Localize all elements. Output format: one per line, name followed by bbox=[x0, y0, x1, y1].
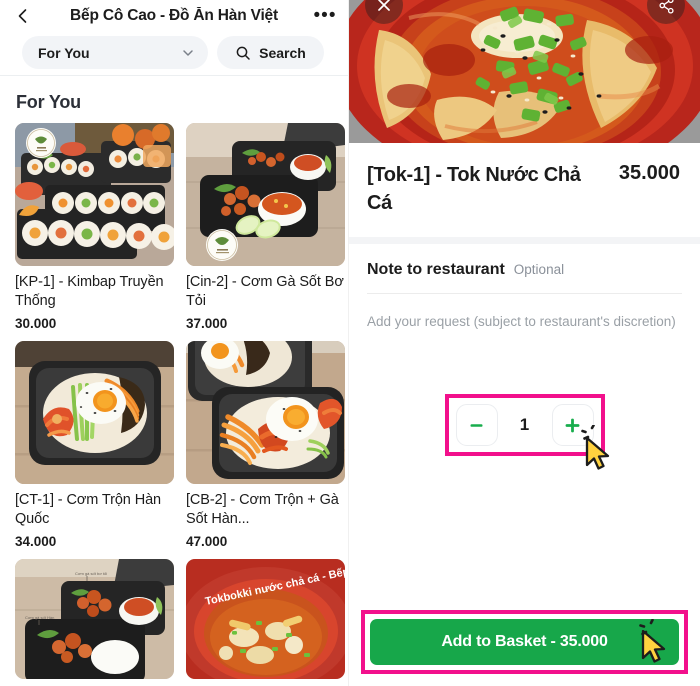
search-icon bbox=[236, 46, 250, 60]
menu-item-price: 37.000 bbox=[186, 316, 228, 331]
menu-item-name: [Cin-2] - Cơm Gà Sốt Bơ Tỏi bbox=[186, 274, 344, 309]
menu-item-image: Tokbokki nước chả cá - Bếp Cô Cao bbox=[186, 559, 345, 679]
menu-item-price: 47.000 bbox=[186, 534, 228, 549]
menu-header: Bếp Cô Cao - Đồ Ăn Hàn Việt ••• For You … bbox=[0, 0, 348, 76]
note-section-header: Note to restaurant Optional bbox=[349, 244, 700, 293]
chevron-down-icon bbox=[183, 49, 193, 56]
item-name: [Tok-1] - Tok Nước Chả Cá bbox=[367, 164, 581, 214]
category-dropdown-label: For You bbox=[38, 44, 90, 61]
menu-item-price: 30.000 bbox=[15, 316, 57, 331]
restaurant-menu-panel: Bếp Cô Cao - Đồ Ăn Hàn Việt ••• For You … bbox=[0, 0, 348, 686]
menu-item-image bbox=[15, 123, 174, 266]
search-button[interactable]: Search bbox=[217, 36, 324, 69]
close-icon bbox=[378, 0, 390, 11]
menu-item-image bbox=[186, 341, 345, 484]
note-title: Note to restaurant bbox=[367, 261, 505, 278]
increment-quantity-button[interactable] bbox=[551, 404, 594, 446]
quantity-stepper: 1 bbox=[455, 404, 594, 446]
quantity-value: 1 bbox=[519, 415, 530, 434]
add-to-basket-highlight: Add to Basket - 35.000 bbox=[361, 610, 688, 674]
restaurant-title: Bếp Cô Cao - Đồ Ăn Hàn Việt bbox=[70, 7, 278, 24]
section-title: For You bbox=[16, 92, 81, 112]
item-detail-panel: [Tok-1] - Tok Nước Chả Cá 35.000 Note to… bbox=[348, 0, 700, 686]
section-divider bbox=[349, 237, 700, 244]
menu-item-name: [CB-2] - Cơm Trộn + Gà Sốt Hàn... bbox=[186, 492, 339, 527]
food-delivery-app: Bếp Cô Cao - Đồ Ăn Hàn Việt ••• For You … bbox=[0, 0, 700, 686]
back-icon[interactable] bbox=[12, 5, 34, 27]
item-detail-header: [Tok-1] - Tok Nước Chả Cá 35.000 bbox=[349, 143, 700, 217]
svg-text:Cơm gà sốt Hàn: Cơm gà sốt Hàn bbox=[25, 615, 54, 620]
minus-icon bbox=[470, 423, 483, 427]
menu-item-card[interactable]: Cơm gà sốt bơ tỏi Cơm gà sốt Hàn bbox=[15, 559, 174, 679]
category-dropdown[interactable]: For You bbox=[22, 36, 208, 69]
decrement-quantity-button[interactable] bbox=[455, 404, 498, 446]
menu-item-card[interactable]: [Cin-2] - Cơm Gà Sốt Bơ Tỏi 37.000 bbox=[186, 123, 345, 331]
more-options-icon[interactable]: ••• bbox=[314, 5, 336, 27]
svg-text:Cơm gà sốt bơ tỏi: Cơm gà sốt bơ tỏi bbox=[75, 571, 107, 576]
menu-item-image: Cơm gà sốt bơ tỏi Cơm gà sốt Hàn bbox=[15, 559, 174, 679]
add-to-basket-label: Add to Basket - 35.000 bbox=[441, 633, 608, 650]
menu-item-grid: [KP-1] - Kimbap Truyền Thống 30.000 [Cin… bbox=[0, 123, 348, 679]
menu-item-price: 34.000 bbox=[15, 534, 57, 549]
share-icon bbox=[658, 0, 674, 14]
quantity-stepper-highlight: 1 bbox=[444, 394, 605, 456]
item-hero-image bbox=[349, 0, 700, 143]
title-row: Bếp Cô Cao - Đồ Ăn Hàn Việt ••• bbox=[0, 0, 348, 30]
filter-row: For You Search bbox=[0, 30, 348, 69]
menu-item-image bbox=[15, 341, 174, 484]
menu-item-card[interactable]: Tokbokki nước chả cá - Bếp Cô Cao bbox=[186, 559, 345, 679]
note-optional-label: Optional bbox=[513, 262, 565, 277]
plus-icon bbox=[565, 418, 580, 432]
menu-item-name: [CT-1] - Cơm Trộn Hàn Quốc bbox=[15, 492, 161, 527]
menu-item-card[interactable]: [CB-2] - Cơm Trộn + Gà Sốt Hàn... 47.000 bbox=[186, 341, 345, 549]
search-button-label: Search bbox=[259, 44, 306, 61]
menu-item-card[interactable]: [KP-1] - Kimbap Truyền Thống 30.000 bbox=[15, 123, 174, 331]
menu-item-name: [KP-1] - Kimbap Truyền Thống bbox=[15, 274, 164, 309]
menu-item-card[interactable]: [CT-1] - Cơm Trộn Hàn Quốc 34.000 bbox=[15, 341, 174, 549]
add-to-basket-button[interactable]: Add to Basket - 35.000 bbox=[370, 619, 679, 665]
menu-item-image bbox=[186, 123, 345, 266]
note-input[interactable]: Add your request (subject to restaurant'… bbox=[349, 294, 700, 331]
item-price: 35.000 bbox=[618, 162, 680, 184]
quantity-stepper-wrapper: 1 bbox=[349, 394, 700, 456]
